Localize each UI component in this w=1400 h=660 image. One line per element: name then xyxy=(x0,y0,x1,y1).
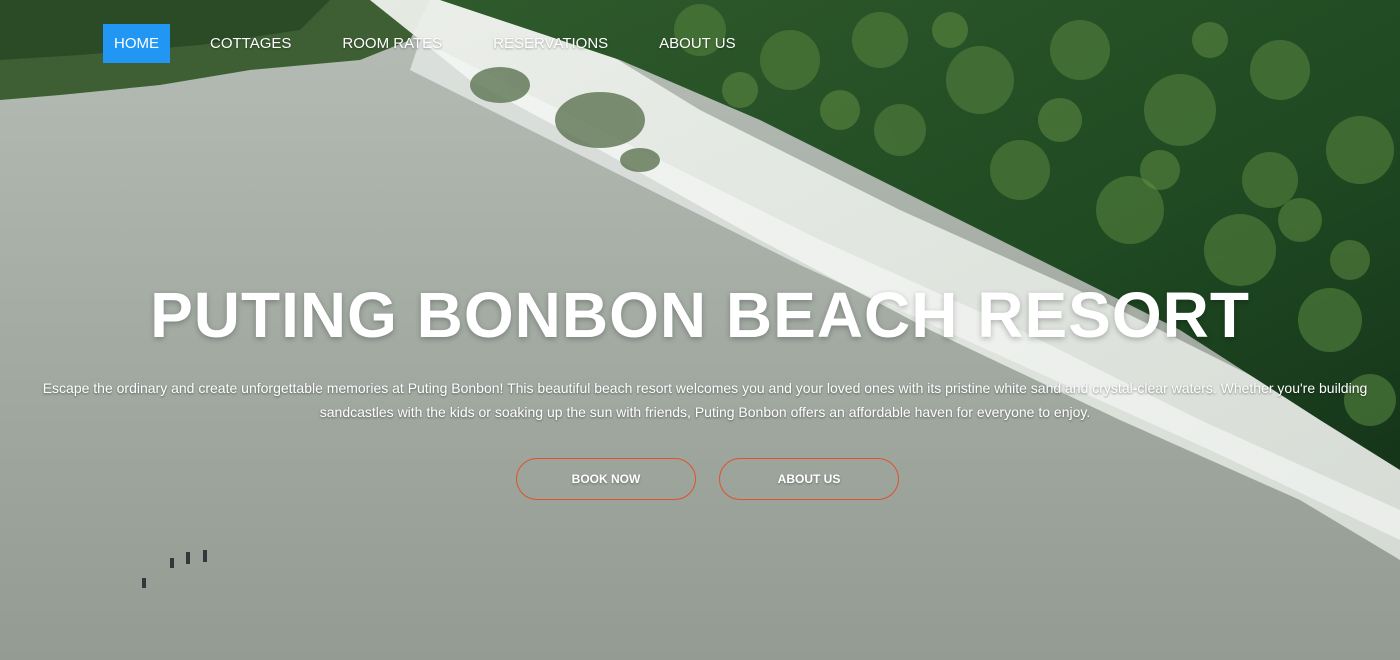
book-now-button[interactable]: BOOK NOW xyxy=(516,458,696,500)
nav-home[interactable]: HOME xyxy=(103,24,170,63)
hero-title: PUTING BONBON BEACH RESORT xyxy=(150,279,1250,351)
nav-cottages[interactable]: COTTAGES xyxy=(199,24,302,63)
hero-buttons: BOOK NOW ABOUT US xyxy=(516,458,922,500)
nav-room-rates[interactable]: ROOM RATES xyxy=(331,24,453,63)
hero-description: Escape the ordinary and create unforgett… xyxy=(42,380,1368,420)
nav-reservations[interactable]: RESERVATIONS xyxy=(482,24,619,63)
hero-section: HOME COTTAGES ROOM RATES RESERVATIONS AB… xyxy=(0,0,1400,660)
about-us-button[interactable]: ABOUT US xyxy=(719,458,899,500)
nav-about-us[interactable]: ABOUT US xyxy=(648,24,746,63)
main-nav: HOME COTTAGES ROOM RATES RESERVATIONS AB… xyxy=(103,24,776,63)
